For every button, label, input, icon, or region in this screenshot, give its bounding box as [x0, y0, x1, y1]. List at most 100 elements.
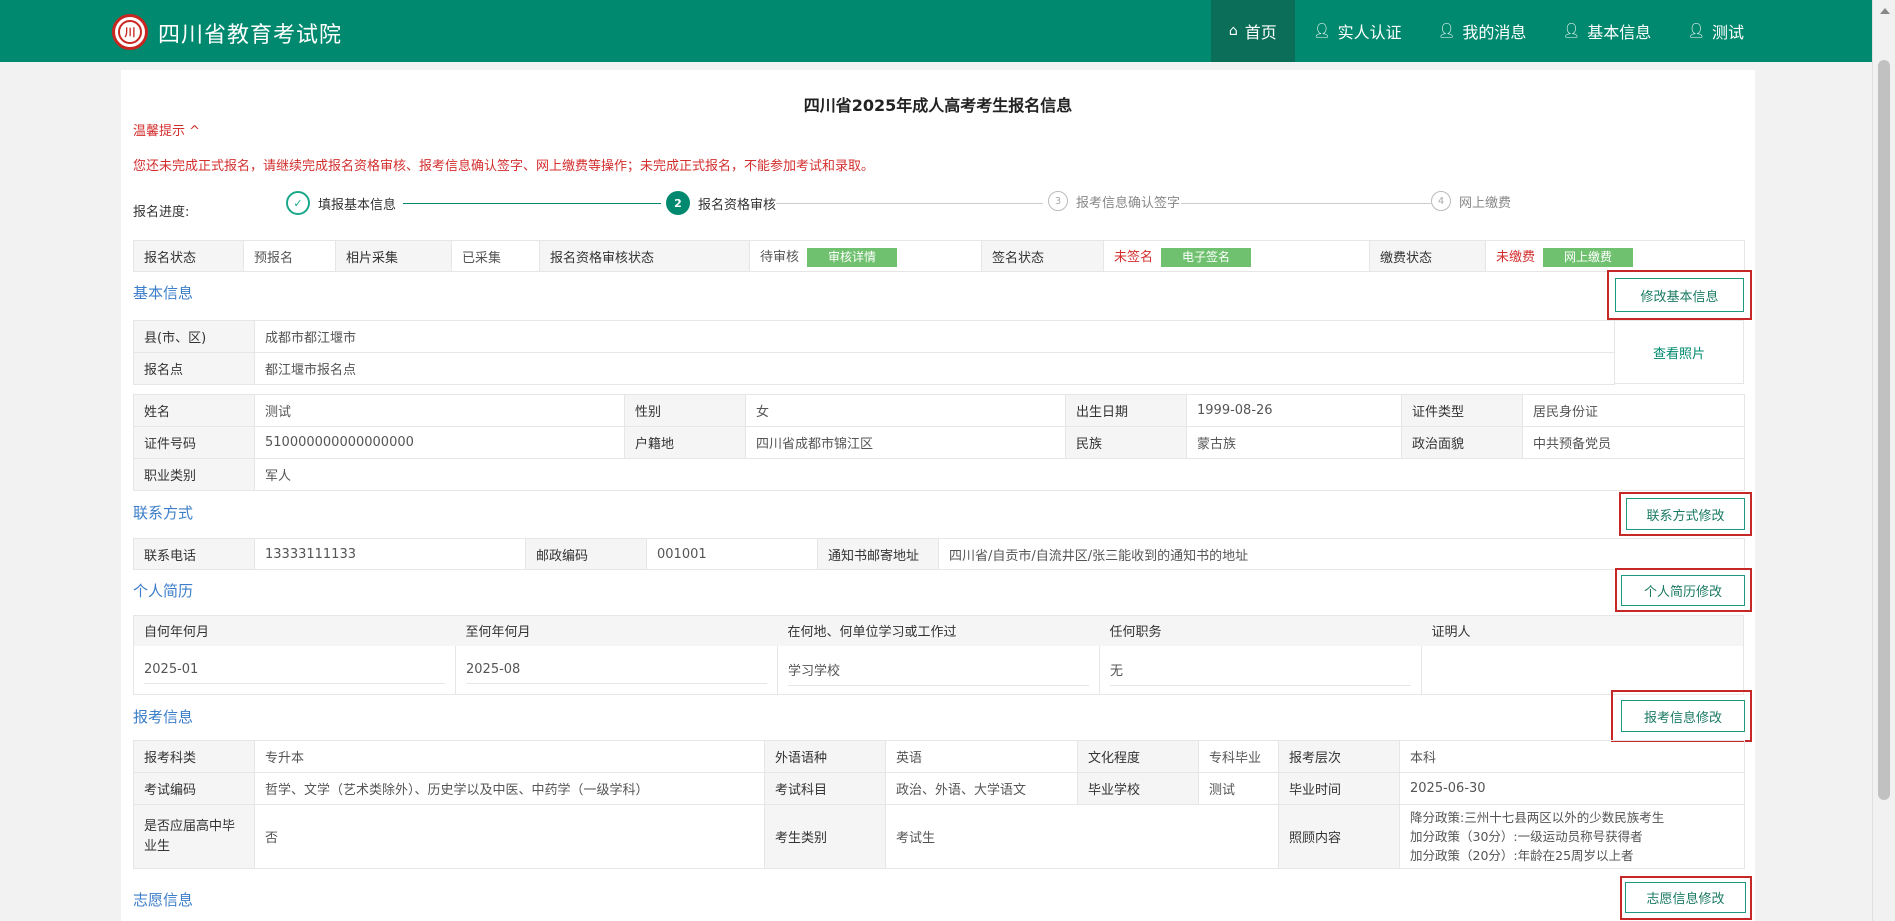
nav-home[interactable]: ⌂ 首页 — [1210, 0, 1295, 62]
reg-status-label: 报名状态 — [133, 240, 244, 272]
education-value: 专科毕业 — [1198, 740, 1279, 773]
gender-label: 性别 — [624, 394, 746, 427]
resume-witness-value — [1432, 664, 1733, 676]
user-icon: 👤︎ — [1562, 23, 1581, 39]
grad-time-value: 2025-06-30 — [1399, 772, 1745, 805]
level-value: 本科 — [1399, 740, 1745, 773]
resume-header-to: 至何年何月 — [455, 615, 778, 646]
birth-label: 出生日期 — [1065, 394, 1187, 427]
edit-resume-button[interactable]: 个人简历修改 — [1621, 575, 1745, 606]
resume-witness-cell — [1422, 646, 1744, 695]
nation-label: 民族 — [1065, 426, 1187, 459]
edit-wish-button[interactable]: 志愿信息修改 — [1625, 882, 1746, 913]
pay-status-cell: 未缴费 网上缴费 — [1485, 240, 1745, 272]
political-label: 政治面貌 — [1401, 426, 1523, 459]
care-label: 照顾内容 — [1278, 804, 1400, 869]
phone-value: 13333111133 — [254, 538, 526, 570]
step-3-number: 3 — [1048, 191, 1068, 211]
progress-line-3 — [1181, 203, 1431, 204]
job-value: 军人 — [254, 458, 1745, 491]
resume-position-value: 无 — [1110, 654, 1411, 686]
home-icon: ⌂ — [1228, 23, 1238, 39]
hukou-label: 户籍地 — [624, 426, 746, 459]
step-2: 2 报名资格审核 — [666, 191, 776, 215]
exam-authority-logo[interactable]: 川 — [112, 14, 148, 50]
progress-line-1 — [403, 203, 661, 204]
idno-label: 证件号码 — [133, 426, 255, 459]
photo-table: 查看照片 — [1614, 320, 1744, 384]
photo-status-value: 已采集 — [451, 240, 540, 272]
audit-status-cell: 待审核 审核详情 — [749, 240, 982, 272]
nav-home-label: 首页 — [1244, 23, 1277, 42]
edit-contact-button[interactable]: 联系方式修改 — [1626, 498, 1745, 530]
idno-value: 510000000000000000 — [254, 426, 625, 459]
resume-to-value: 2025-08 — [466, 656, 767, 684]
resume-header-from: 自何年何月 — [133, 615, 456, 646]
hukou-value: 四川省成都市锦江区 — [745, 426, 1066, 459]
section-basic-title: 基本信息 — [133, 284, 194, 302]
exam-code-label: 考试编码 — [133, 772, 255, 805]
candidate-type-label: 考生类别 — [764, 804, 886, 869]
zip-label: 邮政编码 — [525, 538, 647, 570]
nav-user-test[interactable]: 👤︎ 测试 — [1669, 0, 1762, 62]
view-photo-link[interactable]: 查看照片 — [1653, 347, 1705, 362]
audit-detail-button[interactable]: 审核详情 — [807, 247, 898, 267]
resume-header-place: 在何地、何单位学习或工作过 — [777, 615, 1100, 646]
resume-header-witness: 证明人 — [1421, 615, 1744, 646]
county-label: 县(市、区) — [133, 320, 255, 353]
e-signature-button[interactable]: 电子签名 — [1161, 247, 1252, 267]
nav-identity[interactable]: 👤︎ 实人认证 — [1295, 0, 1420, 62]
name-label: 姓名 — [133, 394, 255, 427]
vertical-scrollbar[interactable] — [1872, 0, 1895, 921]
step-4-number: 4 — [1431, 191, 1451, 211]
region-table: 县(市、区) 成都市都江堰市 报名点 都江堰市报名点 — [133, 320, 1615, 385]
section-exam-title: 报考信息 — [133, 708, 194, 726]
nav-user-label: 测试 — [1711, 23, 1744, 42]
online-pay-button[interactable]: 网上缴费 — [1543, 247, 1634, 267]
personal-table: 姓名 测试 性别 女 出生日期 1999-08-26 证件类型 居民身份证 证件… — [133, 394, 1745, 491]
name-value: 测试 — [254, 394, 625, 427]
step-4-label: 网上缴费 — [1459, 195, 1512, 211]
user-icon: 👤︎ — [1437, 23, 1456, 39]
resume-place-value: 学习学校 — [788, 654, 1089, 686]
scrollbar-thumb[interactable] — [1878, 60, 1890, 800]
registration-panel: 四川省2025年成人高考考生报名信息 温馨提示 ^ 您还未完成正式报名，请继续完… — [121, 70, 1755, 921]
photo-status-label: 相片采集 — [335, 240, 452, 272]
level-label: 报考层次 — [1278, 740, 1400, 773]
idtype-label: 证件类型 — [1401, 394, 1523, 427]
step-3: 3 报考信息确认签字 — [1048, 191, 1180, 211]
education-label: 文化程度 — [1077, 740, 1199, 773]
step-2-number: 2 — [666, 191, 690, 215]
edit-exam-button[interactable]: 报考信息修改 — [1621, 700, 1745, 732]
care-line-2: 加分政策（30分）:一级运动员称号获得者 — [1410, 829, 1643, 844]
step-3-label: 报考信息确认签字 — [1076, 195, 1181, 211]
language-value: 英语 — [885, 740, 1078, 773]
language-label: 外语语种 — [764, 740, 886, 773]
pay-status-label: 缴费状态 — [1369, 240, 1486, 272]
user-icon: 👤︎ — [1687, 23, 1705, 39]
political-value: 中共预备党员 — [1522, 426, 1745, 459]
section-contact-title: 联系方式 — [133, 504, 194, 522]
tip-text: 您还未完成正式报名，请继续完成报名资格审核、报考信息确认签字、网上缴费等操作；未… — [133, 159, 875, 174]
resume-table: 自何年何月 至何年何月 在何地、何单位学习或工作过 任何职务 证明人 2025-… — [133, 615, 1744, 695]
address-label: 通知书邮寄地址 — [817, 538, 939, 570]
course-label: 考试科目 — [764, 772, 886, 805]
zip-value: 001001 — [646, 538, 818, 570]
nav-basic-info[interactable]: 👤︎ 基本信息 — [1544, 0, 1669, 62]
address-value: 四川省/自贡市/自流井区/张三能收到的通知书的地址 — [938, 538, 1745, 570]
subject-label: 报考科类 — [133, 740, 255, 773]
step-1-label: 填报基本信息 — [318, 197, 397, 213]
edit-basic-info-button[interactable]: 修改基本信息 — [1615, 278, 1744, 312]
job-label: 职业类别 — [133, 458, 255, 491]
nav-messages[interactable]: 👤︎ 我的消息 — [1420, 0, 1545, 62]
logo-seal: 川 — [118, 20, 142, 44]
care-cell: 降分政策:三州十七县两区以外的少数民族考生 加分政策（30分）:一级运动员称号获… — [1399, 804, 1745, 869]
tip-toggle[interactable]: 温馨提示 ^ — [133, 120, 200, 139]
contact-table: 联系电话 13333111133 邮政编码 001001 通知书邮寄地址 四川省… — [133, 538, 1745, 570]
brand-title[interactable]: 四川省教育考试院 — [158, 17, 342, 49]
scroll-up-icon[interactable] — [1880, 8, 1890, 14]
county-value: 成都市都江堰市 — [254, 320, 1615, 353]
photo-cell: 查看照片 — [1614, 320, 1744, 384]
audit-status-value: 待审核 — [760, 249, 800, 265]
care-line-3: 加分政策（20分）:年龄在25周岁以上者 — [1410, 848, 1634, 863]
